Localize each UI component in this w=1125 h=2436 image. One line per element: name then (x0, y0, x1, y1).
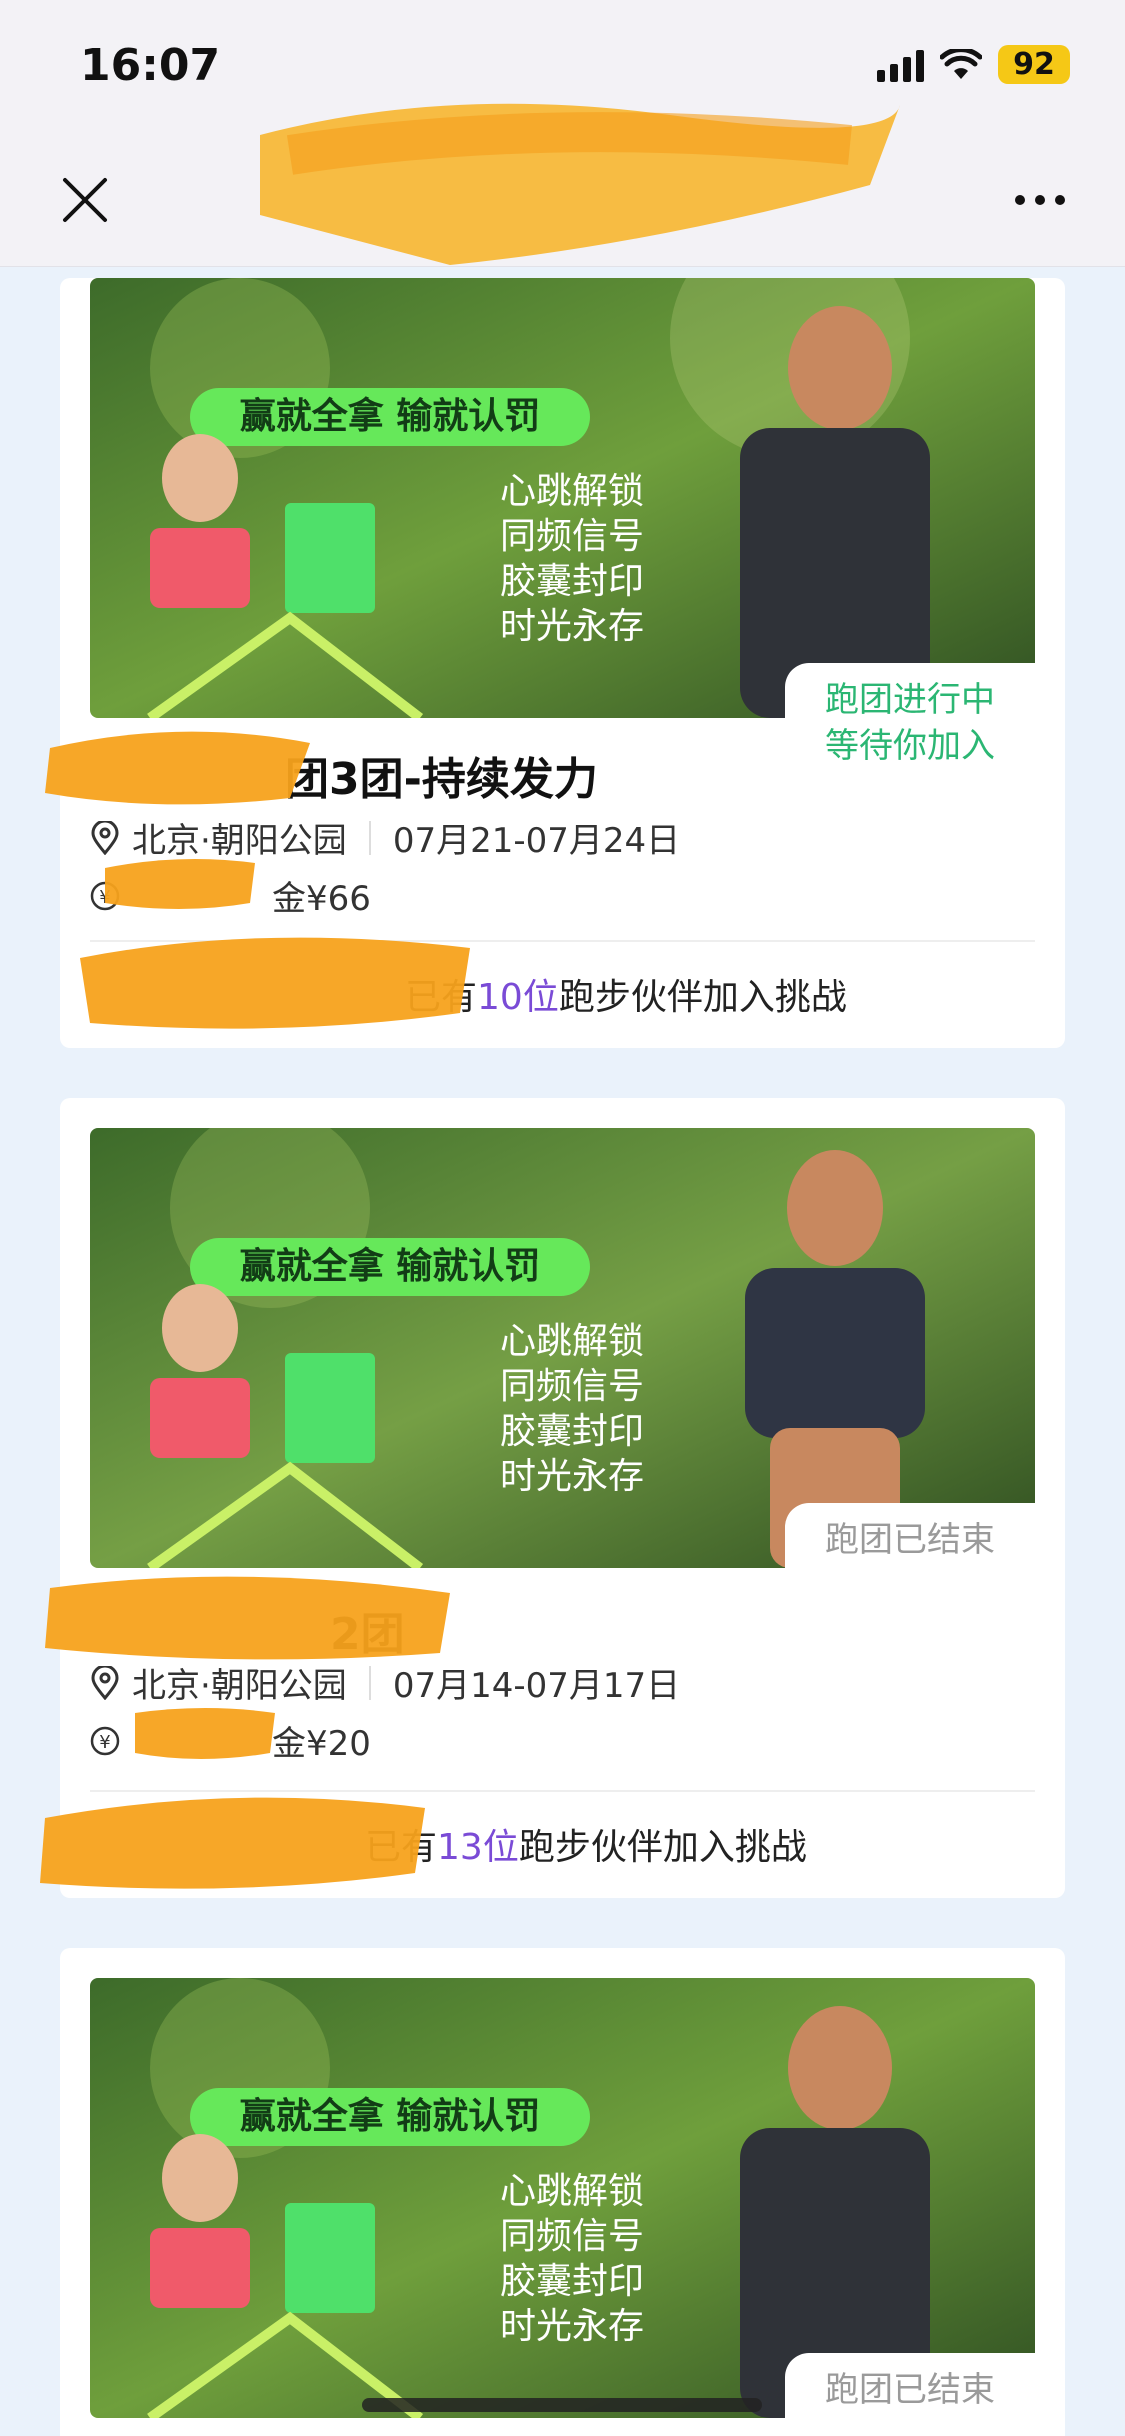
status-badge: 跑团进行中 等待你加入 (785, 663, 1035, 785)
svg-text:赢就全拿 输就认罚: 赢就全拿 输就认罚 (240, 395, 541, 437)
divider (90, 1790, 1035, 1792)
participants-suffix: 跑步伙伴加入挑战 (518, 1827, 807, 1868)
home-indicator (362, 2398, 762, 2412)
svg-text:赢就全拿 输就认罚: 赢就全拿 输就认罚 (240, 2095, 541, 2137)
participants-row: 已有10位跑步伙伴加入挑战 (405, 968, 847, 1020)
svg-text:¥: ¥ (99, 1732, 110, 1753)
svg-text:心跳解锁: 心跳解锁 (500, 471, 644, 512)
svg-text:¥: ¥ (99, 887, 110, 908)
banner-image: 赢就全拿 输就认罚 心跳解锁 同频信号 胶囊封印 时光永存 (90, 278, 1035, 718)
participants-prefix: 已有 (405, 977, 478, 1018)
svg-text:心跳解锁: 心跳解锁 (500, 1321, 644, 1362)
run-group-card[interactable]: 赢就全拿 输就认罚 心跳解锁 同频信号 胶囊封印 时光永存 跑团已结束 (60, 1948, 1065, 2436)
participants-suffix: 跑步伙伴加入挑战 (558, 977, 847, 1018)
svg-text:时光永存: 时光永存 (500, 1456, 644, 1497)
svg-text:时光永存: 时光永存 (500, 2306, 644, 2347)
date-range: 07月21-07月24日 (392, 821, 681, 861)
fee-text: 金¥66 (272, 879, 371, 919)
svg-text:时光永存: 时光永存 (500, 606, 644, 647)
location-pin-icon (91, 1665, 119, 1700)
fee-row: ¥ 金¥20 (90, 1716, 371, 1765)
status-time: 16:07 (80, 40, 221, 91)
banner-image: 赢就全拿 输就认罚 心跳解锁 同频信号 胶囊封印 时光永存 (90, 1978, 1035, 2418)
svg-text:胶囊封印: 胶囊封印 (500, 1411, 644, 1452)
wifi-icon (940, 48, 982, 79)
fee-text: 金¥20 (272, 1724, 371, 1764)
location-date-row: 北京·朝阳公园 07月14-07月17日 (90, 1658, 680, 1707)
nav-bar (0, 140, 1125, 267)
run-group-card[interactable]: 赢就全拿 输就认罚 心跳解锁 同频信号 胶囊封印 时光永存 跑团已结束 2团 北… (40, 1098, 1065, 1898)
status-line: 跑团已结束 (825, 1520, 995, 1560)
divider (90, 940, 1035, 942)
close-icon[interactable] (55, 170, 115, 230)
divider (368, 1665, 371, 1700)
banner-image: 赢就全拿 输就认罚 心跳解锁 同频信号 胶囊封印 时光永存 (90, 1128, 1035, 1568)
card-title: 团3团-持续发力 (285, 754, 598, 805)
status-badge: 跑团已结束 (785, 1503, 1035, 1579)
svg-text:同频信号: 同频信号 (500, 2216, 644, 2257)
status-badge: 跑团已结束 (785, 2353, 1035, 2429)
status-line: 跑团进行中 (825, 680, 995, 720)
fee-row: ¥ 金¥66 (90, 871, 371, 920)
participants-count: 10位 (477, 977, 559, 1018)
location-text: 北京·朝阳公园 (132, 1666, 347, 1706)
location-text: 北京·朝阳公园 (132, 821, 347, 861)
redaction-scribble (45, 731, 310, 805)
battery-level: 92 (998, 45, 1070, 84)
participants-count: 13位 (437, 1827, 519, 1868)
svg-text:赢就全拿 输就认罚: 赢就全拿 输就认罚 (240, 1245, 541, 1287)
location-pin-icon (91, 820, 119, 855)
location-date-row: 北京·朝阳公园 07月21-07月24日 (90, 813, 680, 862)
participants-prefix: 已有 (365, 1827, 438, 1868)
cellular-signal-icon (877, 48, 924, 82)
svg-text:胶囊封印: 胶囊封印 (500, 2261, 644, 2302)
yen-coin-icon: ¥ (90, 881, 120, 910)
status-line: 跑团已结束 (825, 2370, 995, 2410)
status-line: 等待你加入 (825, 726, 995, 766)
svg-text:同频信号: 同频信号 (500, 516, 644, 557)
status-bar: 16:07 92 (0, 0, 1125, 140)
yen-coin-icon: ¥ (90, 1726, 120, 1755)
svg-text:同频信号: 同频信号 (500, 1366, 644, 1407)
divider (368, 820, 371, 855)
status-indicators: 92 (877, 45, 1070, 84)
more-icon[interactable] (1010, 185, 1070, 215)
svg-text:心跳解锁: 心跳解锁 (500, 2171, 644, 2212)
date-range: 07月14-07月17日 (392, 1666, 681, 1706)
card-title: 2团 (330, 1609, 405, 1660)
run-group-card[interactable]: 赢就全拿 输就认罚 心跳解锁 同频信号 胶囊封印 时光永存 跑团进行中 等待你加… (45, 278, 1065, 1048)
svg-text:胶囊封印: 胶囊封印 (500, 561, 644, 602)
participants-row: 已有13位跑步伙伴加入挑战 (365, 1818, 807, 1870)
